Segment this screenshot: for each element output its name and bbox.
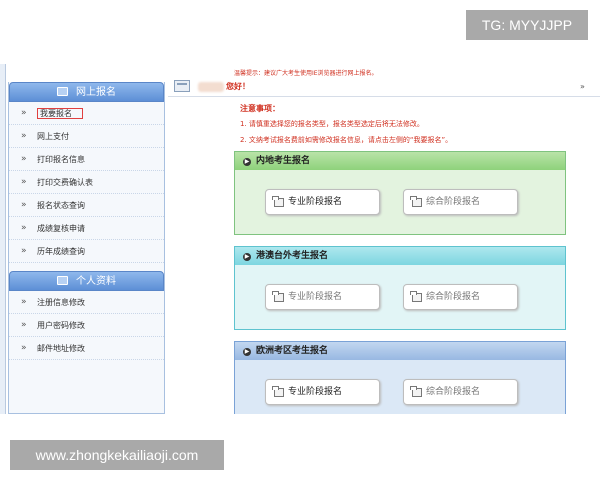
- chevron-right-icon: »: [21, 131, 27, 141]
- folder-icon: [410, 386, 422, 397]
- divider: [168, 96, 600, 97]
- arrow-circle-icon: ▶: [243, 348, 251, 356]
- sidebar-item-change-password[interactable]: » 用户密码修改: [9, 314, 164, 337]
- comprehensive-stage-register-button[interactable]: 综合阶段报名: [403, 379, 518, 405]
- browser-tip: 温馨提示：建议广大考生使用IE浏览器进行网上报名。: [234, 70, 378, 77]
- sidebar-item-print-registration[interactable]: » 打印报名信息: [9, 148, 164, 171]
- sidebar-item-score-review[interactable]: » 成绩复核申请: [9, 217, 164, 240]
- notice-title: 注意事项：: [240, 104, 280, 113]
- watermark-bottom: www.zhongkekailiaoji.com: [10, 440, 224, 470]
- watermark-top: TG: MYYJJPP: [466, 10, 588, 40]
- comprehensive-stage-register-button[interactable]: 综合阶段报名: [403, 284, 518, 310]
- chevron-right-icon: »: [21, 297, 27, 307]
- chevron-right-icon: »: [21, 343, 27, 353]
- arrow-circle-icon: ▶: [243, 158, 251, 166]
- chevron-right-icon: »: [21, 108, 27, 118]
- chevron-right-icon: »: [21, 154, 27, 164]
- professional-stage-register-button[interactable]: 专业阶段报名: [265, 189, 380, 215]
- hk-macao-taiwan-registration-panel: ▶ 港澳台外考生报名 专业阶段报名 综合阶段报名: [234, 246, 566, 330]
- sidebar-item-online-payment[interactable]: » 网上支付: [9, 125, 164, 148]
- chevron-right-icon: »: [21, 320, 27, 330]
- chevron-right-icon: »: [21, 246, 27, 256]
- panel-header: ▶ 内地考生报名: [235, 152, 565, 170]
- chevron-right-icon: »: [21, 200, 27, 210]
- folder-icon: [410, 291, 422, 302]
- sidebar-item-score-history[interactable]: » 历年成绩查询: [9, 240, 164, 263]
- chevron-right-icon: »: [21, 177, 27, 187]
- sidebar-item-change-email[interactable]: » 邮件地址修改: [9, 337, 164, 360]
- panel-header: ▶ 港澳台外考生报名: [235, 247, 565, 265]
- more-icon[interactable]: »: [580, 82, 585, 91]
- left-frame-edge: [0, 64, 6, 414]
- user-card-icon: [57, 276, 68, 285]
- section-title: 网上报名: [76, 87, 116, 98]
- sidebar: 网上报名 » 我要报名 » 网上支付 » 打印报名信息 » 打印交费确认表 » 报名状态查…: [8, 82, 165, 414]
- user-name-blurred: [198, 82, 224, 92]
- section-title: 个人资料: [76, 276, 116, 287]
- folder-icon: [272, 291, 284, 302]
- mainland-registration-panel: ▶ 内地考生报名 专业阶段报名 综合阶段报名: [234, 151, 566, 235]
- sidebar-item-register[interactable]: » 我要报名: [9, 102, 164, 125]
- comprehensive-stage-register-button[interactable]: 综合阶段报名: [403, 189, 518, 215]
- main-content: 温馨提示：建议广大考生使用IE浏览器进行网上报名。 您好！ » 注意事项： 1.…: [168, 70, 600, 414]
- professional-stage-register-button[interactable]: 专业阶段报名: [265, 379, 380, 405]
- folder-icon: [272, 386, 284, 397]
- app-frame: 网上报名 » 我要报名 » 网上支付 » 打印报名信息 » 打印交费确认表 » 报名状态查…: [0, 64, 600, 414]
- sidebar-item-status-query[interactable]: » 报名状态查询: [9, 194, 164, 217]
- sidebar-item-edit-registration-info[interactable]: » 注册信息修改: [9, 291, 164, 314]
- sidebar-item-print-payment-confirmation[interactable]: » 打印交费确认表: [9, 171, 164, 194]
- toolbar-window-icon: [174, 80, 190, 92]
- section-header-online-registration: 网上报名: [9, 82, 164, 102]
- arrow-circle-icon: ▶: [243, 253, 251, 261]
- chevron-right-icon: »: [21, 223, 27, 233]
- notice-item-2: 2. 文纳考试报名费前如需修改报名信息，请点击左侧的“我要报名”。: [240, 136, 453, 144]
- notice-item-1: 1. 请慎重选择您的报名类型，报名类型选定后将无法修改。: [240, 120, 424, 128]
- greeting: 您好！: [226, 82, 250, 91]
- professional-stage-register-button[interactable]: 专业阶段报名: [265, 284, 380, 310]
- monitor-icon: [57, 87, 68, 96]
- folder-icon: [410, 196, 422, 207]
- section-header-personal-info: 个人资料: [9, 271, 164, 291]
- europe-registration-panel: ▶ 欧洲考区考生报名 专业阶段报名 综合阶段报名: [234, 341, 566, 414]
- panel-header: ▶ 欧洲考区考生报名: [235, 342, 565, 360]
- folder-icon: [272, 196, 284, 207]
